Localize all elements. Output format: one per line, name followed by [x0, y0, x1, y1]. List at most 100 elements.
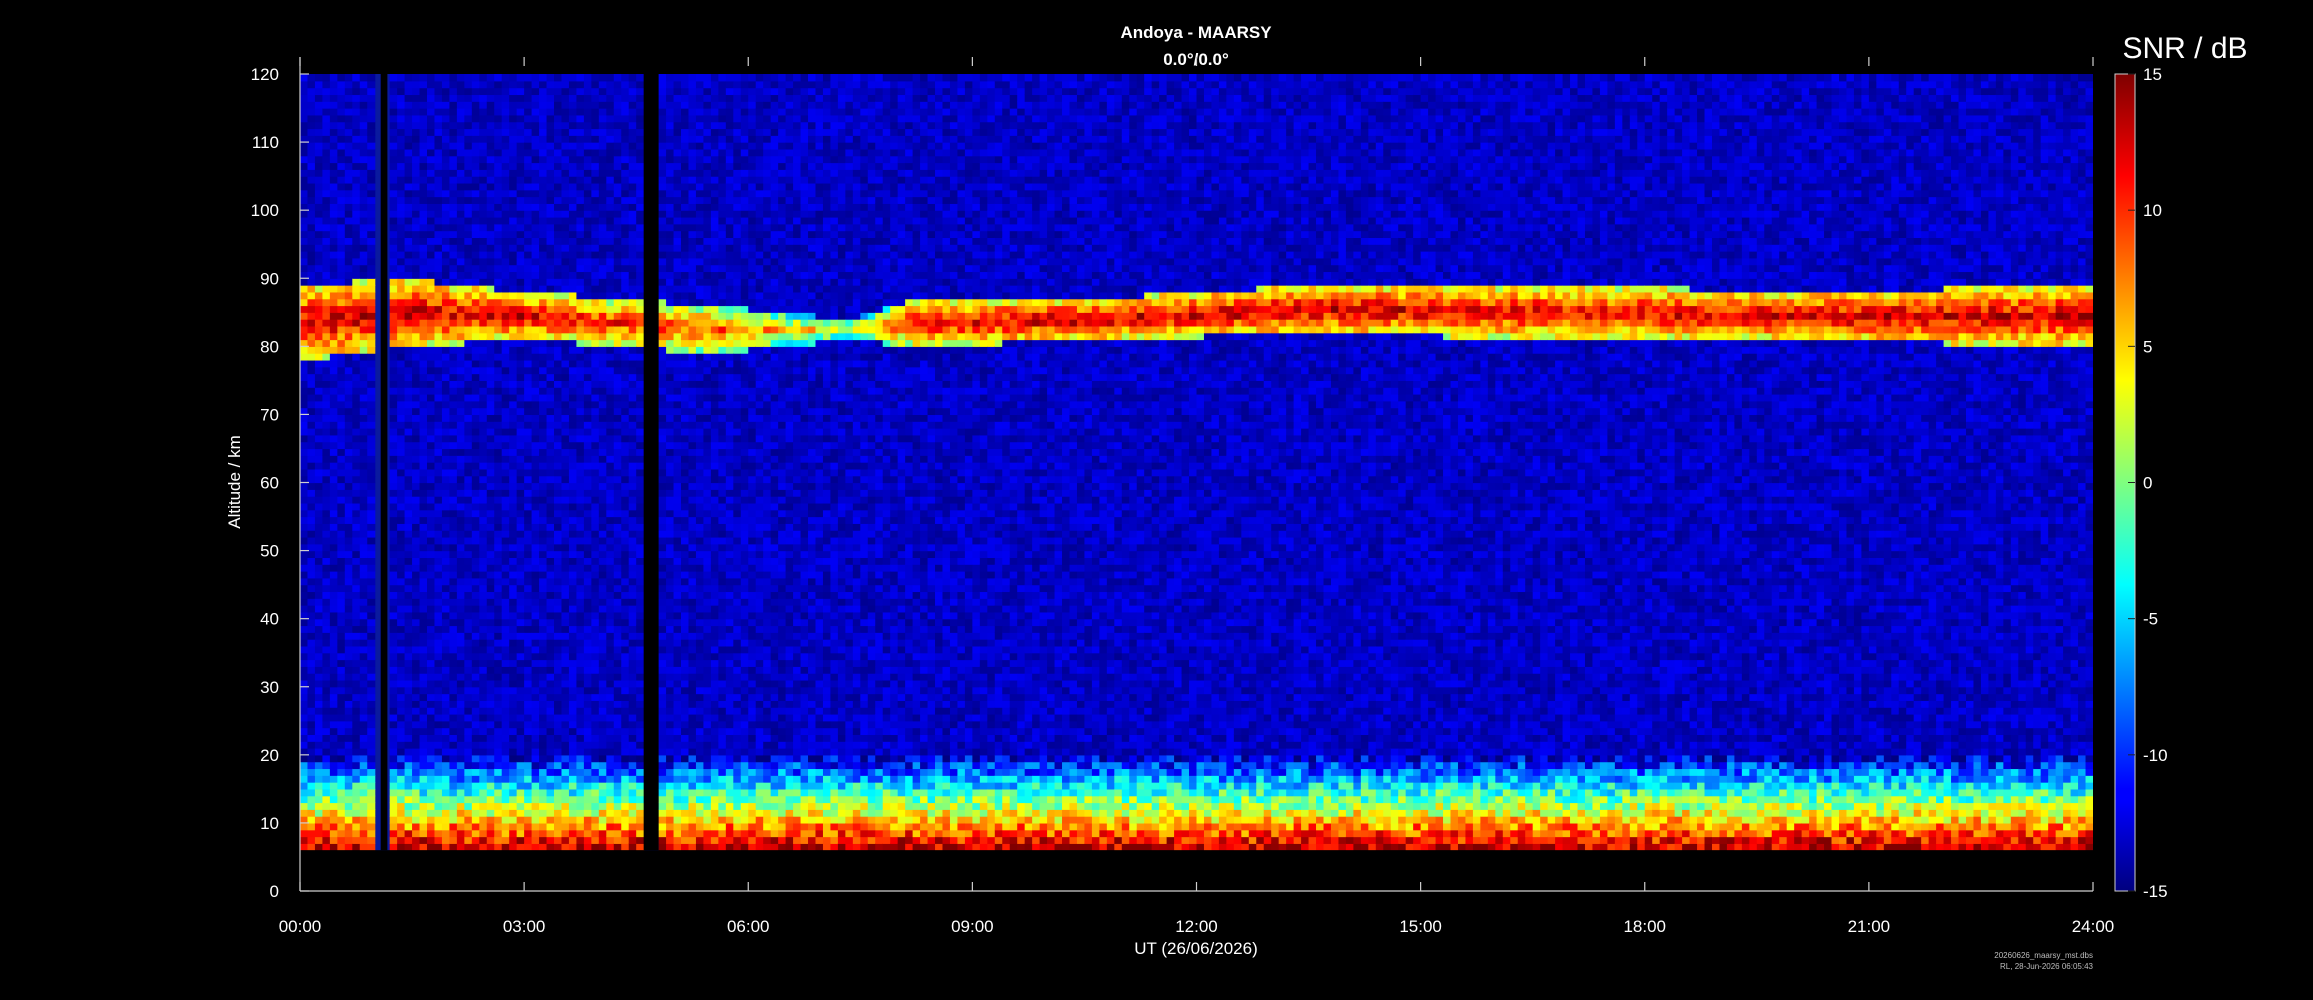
- heatmap-cell: [517, 598, 525, 605]
- heatmap-cell: [412, 448, 420, 455]
- heatmap-cell: [367, 762, 375, 769]
- heatmap-cell: [472, 530, 480, 537]
- heatmap-cell: [509, 639, 517, 646]
- heatmap-cell: [509, 142, 517, 149]
- heatmap-cell: [420, 237, 428, 244]
- heatmap-cell: [345, 169, 353, 176]
- heatmap-cell: [337, 408, 345, 415]
- heatmap-cell: [427, 510, 435, 517]
- heatmap-cell: [487, 585, 495, 592]
- heatmap-cell: [479, 81, 487, 88]
- heatmap-cell: [420, 292, 428, 299]
- heatmap-cell: [345, 408, 353, 415]
- heatmap-cell: [337, 653, 345, 660]
- heatmap-cell: [457, 476, 465, 483]
- heatmap-cell: [487, 340, 495, 347]
- heatmap-cell: [345, 503, 353, 510]
- heatmap-cell: [487, 394, 495, 401]
- heatmap-cell: [524, 557, 532, 564]
- heatmap-cell: [315, 544, 323, 551]
- heatmap-cell: [420, 81, 428, 88]
- heatmap-cell: [457, 183, 465, 190]
- heatmap-cell: [330, 142, 338, 149]
- heatmap-cell: [517, 653, 525, 660]
- heatmap-cell: [315, 346, 323, 353]
- heatmap-cell: [472, 401, 480, 408]
- heatmap-cell: [397, 755, 405, 762]
- heatmap-cell: [360, 782, 368, 789]
- heatmap-cell: [412, 176, 420, 183]
- heatmap-cell: [360, 353, 368, 360]
- heatmap-cell: [412, 88, 420, 95]
- heatmap-cell: [442, 455, 450, 462]
- heatmap-cell: [345, 115, 353, 122]
- heatmap-cell: [360, 728, 368, 735]
- heatmap-cell: [524, 237, 532, 244]
- heatmap-cell: [457, 694, 465, 701]
- heatmap-cell: [457, 135, 465, 142]
- heatmap-cell: [427, 557, 435, 564]
- heatmap-cell: [479, 374, 487, 381]
- heatmap-cell: [360, 537, 368, 544]
- heatmap-cell: [509, 414, 517, 421]
- heatmap-cell: [434, 81, 442, 88]
- heatmap-cell: [479, 142, 487, 149]
- heatmap-cell: [524, 483, 532, 490]
- heatmap-cell: [502, 591, 510, 598]
- heatmap-cell: [330, 782, 338, 789]
- heatmap-cell: [487, 278, 495, 285]
- heatmap-cell: [502, 292, 510, 299]
- heatmap-cell: [412, 762, 420, 769]
- heatmap-cell: [449, 707, 457, 714]
- heatmap-cell: [479, 88, 487, 95]
- heatmap-cell: [479, 496, 487, 503]
- heatmap-cell: [345, 163, 353, 170]
- heatmap-cell: [434, 210, 442, 217]
- heatmap-cell: [315, 469, 323, 476]
- heatmap-cell: [532, 728, 540, 735]
- heatmap-cell: [390, 217, 398, 224]
- heatmap-cell: [300, 88, 308, 95]
- heatmap-cell: [434, 775, 442, 782]
- heatmap-cell: [405, 401, 413, 408]
- heatmap-cell: [330, 489, 338, 496]
- heatmap-cell: [479, 530, 487, 537]
- heatmap-cell: [405, 680, 413, 687]
- heatmap-cell: [464, 88, 472, 95]
- heatmap-cell: [472, 94, 480, 101]
- heatmap-cell: [315, 660, 323, 667]
- heatmap-cell: [442, 775, 450, 782]
- heatmap-cell: [367, 367, 375, 374]
- heatmap-cell: [427, 483, 435, 490]
- heatmap-cell: [502, 135, 510, 142]
- heatmap-cell: [472, 741, 480, 748]
- heatmap-cell: [457, 455, 465, 462]
- heatmap-cell: [360, 94, 368, 101]
- heatmap-cell: [307, 768, 315, 775]
- heatmap-cell: [472, 346, 480, 353]
- heatmap-cell: [330, 210, 338, 217]
- heatmap-cell: [322, 768, 330, 775]
- heatmap-cell: [307, 523, 315, 530]
- heatmap-cell: [427, 837, 435, 844]
- heatmap-cell: [442, 442, 450, 449]
- heatmap-cell: [517, 796, 525, 803]
- heatmap-cell: [367, 564, 375, 571]
- heatmap-cell: [390, 442, 398, 449]
- heatmap-cell: [337, 183, 345, 190]
- heatmap-cell: [300, 108, 308, 115]
- heatmap-cell: [434, 503, 442, 510]
- heatmap-cell: [405, 271, 413, 278]
- heatmap-cell: [367, 510, 375, 517]
- heatmap-cell: [464, 299, 472, 306]
- heatmap-cell: [412, 830, 420, 837]
- heatmap-cell: [457, 537, 465, 544]
- heatmap-cell: [524, 305, 532, 312]
- heatmap-cell: [434, 108, 442, 115]
- heatmap-cell: [449, 598, 457, 605]
- heatmap-cell: [315, 510, 323, 517]
- heatmap-cell: [330, 169, 338, 176]
- heatmap-cell: [337, 523, 345, 530]
- heatmap-cell: [502, 210, 510, 217]
- heatmap-cell: [434, 830, 442, 837]
